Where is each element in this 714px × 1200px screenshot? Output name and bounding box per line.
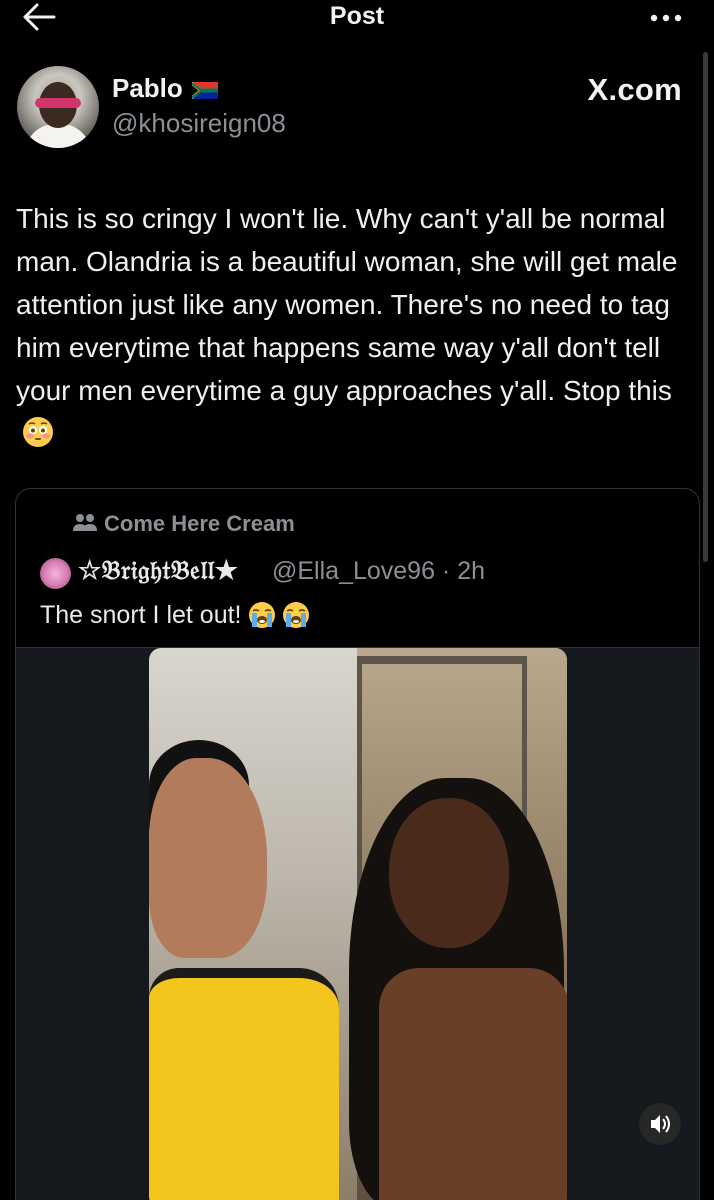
flushed-face-emoji bbox=[23, 417, 53, 447]
loudly-crying-face-emoji bbox=[248, 602, 275, 628]
author-handle[interactable]: @khosireign08 bbox=[112, 108, 286, 139]
tweet-text: This is so cringy I won't lie. Why can't… bbox=[16, 203, 678, 406]
scrollbar[interactable] bbox=[703, 52, 708, 562]
author-name[interactable]: Pablo bbox=[112, 73, 183, 104]
author-avatar[interactable] bbox=[17, 66, 99, 148]
south-africa-flag-icon bbox=[192, 82, 218, 99]
post-screen: Post Pablo @khosireign08 X.com This is s… bbox=[0, 0, 714, 1200]
volume-icon[interactable] bbox=[639, 1103, 681, 1145]
quoted-media bbox=[16, 647, 699, 1200]
more-options-icon[interactable] bbox=[646, 6, 686, 30]
page-title: Post bbox=[329, 2, 385, 30]
loudly-crying-face-emoji bbox=[282, 602, 309, 628]
community-icon bbox=[73, 514, 97, 531]
community-label[interactable]: Come Here Cream bbox=[104, 511, 295, 537]
quoted-author-avatar[interactable] bbox=[40, 558, 71, 589]
x-watermark: X.com bbox=[587, 72, 682, 107]
top-bar: Post bbox=[0, 0, 714, 36]
quoted-author-name[interactable]: ☆𝔅𝔯𝔦𝔤𝔥𝔱𝔅𝔢𝔩𝔩★ bbox=[78, 556, 239, 587]
tweet-body: This is so cringy I won't lie. Why can't… bbox=[16, 197, 701, 455]
quoted-post-card[interactable]: Come Here Cream ☆𝔅𝔯𝔦𝔤𝔥𝔱𝔅𝔢𝔩𝔩★ @Ella_Love9… bbox=[15, 488, 700, 1200]
quoted-text-row: The snort I let out! bbox=[40, 601, 310, 630]
quoted-author-handle[interactable]: @Ella_Love96 · 2h bbox=[272, 557, 485, 586]
video-player[interactable] bbox=[149, 648, 567, 1200]
quoted-text: The snort I let out! bbox=[40, 601, 242, 629]
